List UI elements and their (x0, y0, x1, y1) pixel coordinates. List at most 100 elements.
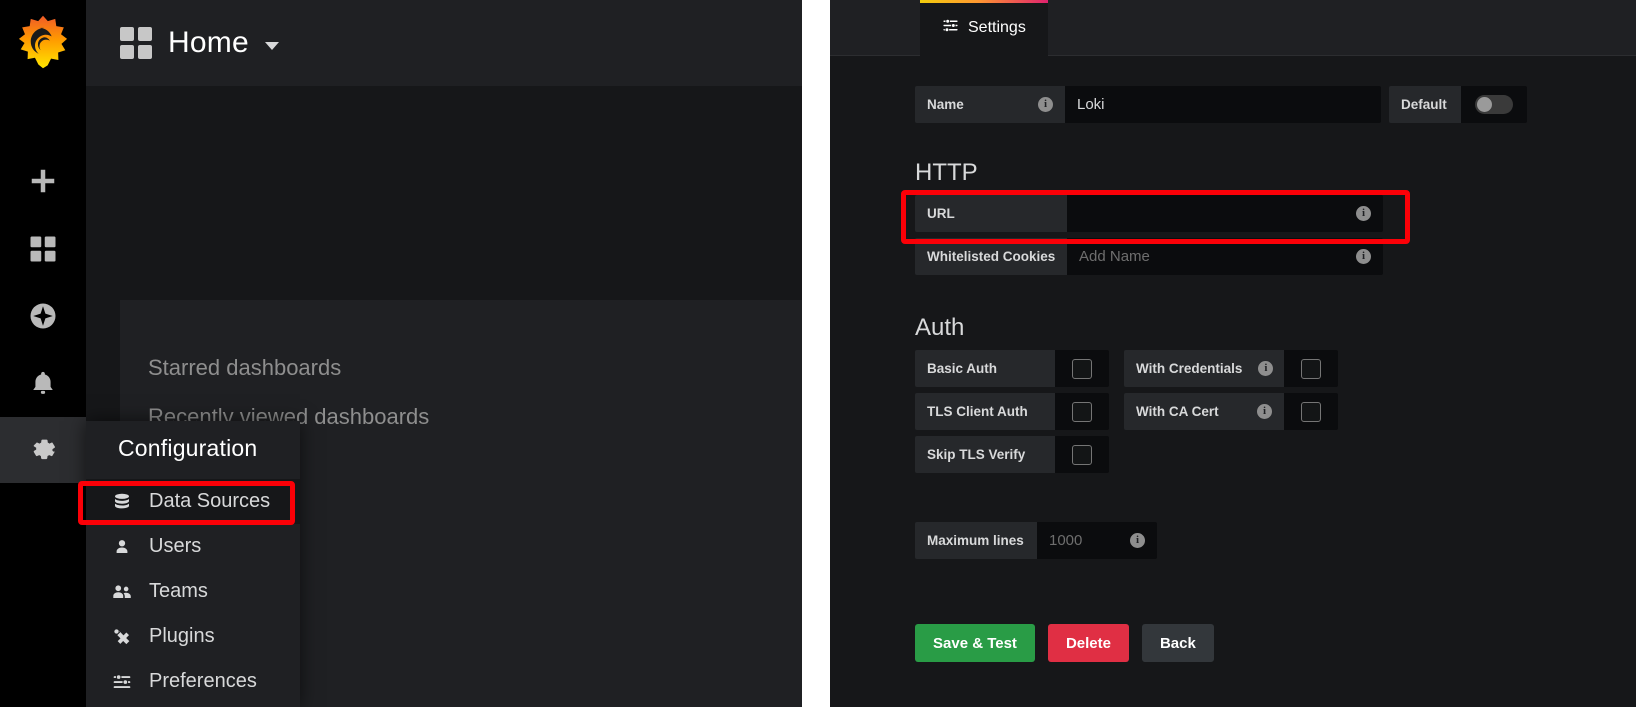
sidebar-item-explore[interactable] (0, 283, 86, 349)
http-section-title: HTTP (915, 159, 978, 186)
whitelisted-cookies-label-cell: Whitelisted Cookies (915, 238, 1067, 275)
info-icon[interactable]: i (1356, 249, 1371, 264)
grafana-logo-icon[interactable] (13, 12, 73, 72)
database-icon (110, 492, 134, 512)
with-ca-cert-checkbox-cell[interactable] (1284, 393, 1338, 430)
menu-item-label: Teams (149, 580, 208, 602)
basic-auth-row: Basic Auth (915, 350, 1109, 387)
info-icon[interactable]: i (1258, 361, 1274, 376)
default-label-cell: Default (1389, 86, 1461, 123)
tls-client-auth-label: TLS Client Auth (927, 404, 1028, 419)
skip-tls-verify-label: Skip TLS Verify (927, 447, 1026, 462)
bell-icon (29, 369, 57, 397)
menu-item-label: Users (149, 535, 202, 557)
tls-client-auth-checkbox[interactable] (1072, 401, 1092, 422)
url-label-cell: URL (915, 195, 1067, 232)
dashboards-grid-icon (28, 234, 58, 264)
page-title[interactable]: Home (168, 26, 249, 60)
basic-auth-checkbox[interactable] (1072, 358, 1092, 379)
with-ca-cert-label: With CA Cert (1136, 404, 1219, 419)
skip-tls-verify-checkbox[interactable] (1072, 444, 1092, 465)
name-value: Loki (1077, 96, 1105, 113)
sliders-icon (110, 672, 134, 692)
delete-button[interactable]: Delete (1047, 624, 1129, 662)
name-row: Name i Loki Default (915, 86, 1527, 123)
menu-item-preferences[interactable]: Preferences (86, 659, 300, 704)
with-ca-cert-label-cell: With CA Cert i (1124, 393, 1284, 430)
default-toggle[interactable] (1475, 95, 1513, 114)
auth-section: Auth Basic Auth With Credentials i TLS C… (915, 314, 1338, 473)
info-icon[interactable]: i (1356, 206, 1371, 221)
panel-divider (802, 0, 830, 707)
maximum-lines-row: Maximum lines 1000 i (915, 522, 1157, 559)
basic-auth-checkbox-cell[interactable] (1055, 350, 1109, 387)
info-icon[interactable]: i (1257, 404, 1272, 419)
action-button-row: Save & Test Delete Back (915, 624, 1214, 662)
name-input[interactable]: Loki (1065, 86, 1381, 123)
left-panel-topbar: Home (86, 0, 802, 86)
users-group-icon (110, 583, 134, 601)
gear-icon (27, 434, 59, 466)
starred-dashboards-label: Starred dashboards (148, 355, 342, 380)
tls-client-auth-row: TLS Client Auth (915, 393, 1109, 430)
sidebar-item-alerting[interactable] (0, 350, 86, 416)
name-label: Name (927, 97, 964, 112)
auth-row-1: Basic Auth With Credentials i (915, 350, 1338, 387)
back-button[interactable]: Back (1141, 624, 1214, 662)
with-credentials-checkbox-cell[interactable] (1284, 350, 1338, 387)
menu-item-label: Data Sources (149, 490, 271, 512)
tab-settings[interactable]: Settings (920, 0, 1048, 56)
url-input[interactable]: i (1067, 195, 1383, 232)
datasource-settings-panel: Settings Name i Loki Default HTTP URL i … (830, 0, 1636, 707)
with-credentials-checkbox[interactable] (1301, 358, 1321, 379)
configuration-menu-list: Data Sources Users Teams Plugins Prefere… (86, 479, 300, 704)
menu-item-label: Plugins (149, 625, 215, 647)
auth-row-3: Skip TLS Verify (915, 436, 1338, 473)
tls-client-auth-checkbox-cell[interactable] (1055, 393, 1109, 430)
info-icon[interactable]: i (1130, 533, 1145, 548)
default-label: Default (1401, 97, 1447, 112)
url-label: URL (927, 206, 955, 221)
configuration-flyout-menu: Configuration Data Sources Users Teams P… (86, 421, 300, 707)
name-label-cell: Name i (915, 86, 1065, 123)
maximum-lines-label-cell: Maximum lines (915, 522, 1037, 559)
whitelisted-cookies-placeholder: Add Name (1079, 248, 1150, 265)
settings-content: Name i Loki Default HTTP URL i Whitelist… (830, 56, 1636, 707)
menu-item-teams[interactable]: Teams (86, 569, 300, 614)
basic-auth-label: Basic Auth (927, 361, 998, 376)
user-icon (110, 538, 134, 556)
tab-label: Settings (968, 19, 1026, 36)
save-and-test-button[interactable]: Save & Test (915, 624, 1035, 662)
with-ca-cert-checkbox[interactable] (1301, 401, 1321, 422)
with-credentials-row: With Credentials i (1124, 350, 1338, 387)
whitelisted-cookies-label: Whitelisted Cookies (927, 249, 1056, 264)
whitelisted-cookies-input[interactable]: Add Name i (1067, 238, 1383, 275)
compass-icon (28, 301, 58, 331)
sidebar-item-dashboards[interactable] (0, 216, 86, 282)
with-credentials-label-cell: With Credentials i (1124, 350, 1284, 387)
info-icon[interactable]: i (1038, 97, 1053, 112)
skip-tls-verify-checkbox-cell[interactable] (1055, 436, 1109, 473)
http-section: HTTP URL i Whitelisted Cookies Add Name … (915, 159, 1383, 275)
tls-client-auth-label-cell: TLS Client Auth (915, 393, 1055, 430)
screenshot-root: Home Starred dashboards Recently viewed … (0, 0, 1636, 707)
chevron-down-icon[interactable] (264, 42, 279, 50)
skip-tls-verify-row: Skip TLS Verify (915, 436, 1109, 473)
menu-item-data-sources[interactable]: Data Sources (86, 479, 300, 524)
dashboard-grid-icon (120, 27, 152, 59)
maximum-lines-placeholder: 1000 (1049, 532, 1083, 549)
maximum-lines-label: Maximum lines (927, 533, 1024, 548)
plugin-icon (110, 627, 134, 647)
auth-section-title: Auth (915, 314, 965, 341)
maximum-lines-input[interactable]: 1000 i (1037, 522, 1157, 559)
configuration-menu-title: Configuration (118, 435, 258, 461)
default-toggle-cell[interactable] (1461, 86, 1527, 123)
with-ca-cert-row: With CA Cert i (1124, 393, 1338, 430)
plus-icon (28, 166, 58, 196)
sliders-icon (942, 17, 959, 39)
sidebar-item-create[interactable] (0, 148, 86, 214)
menu-item-plugins[interactable]: Plugins (86, 614, 300, 659)
menu-item-users[interactable]: Users (86, 524, 300, 569)
sidebar-nav (0, 0, 86, 707)
sidebar-item-configuration[interactable] (0, 417, 86, 483)
